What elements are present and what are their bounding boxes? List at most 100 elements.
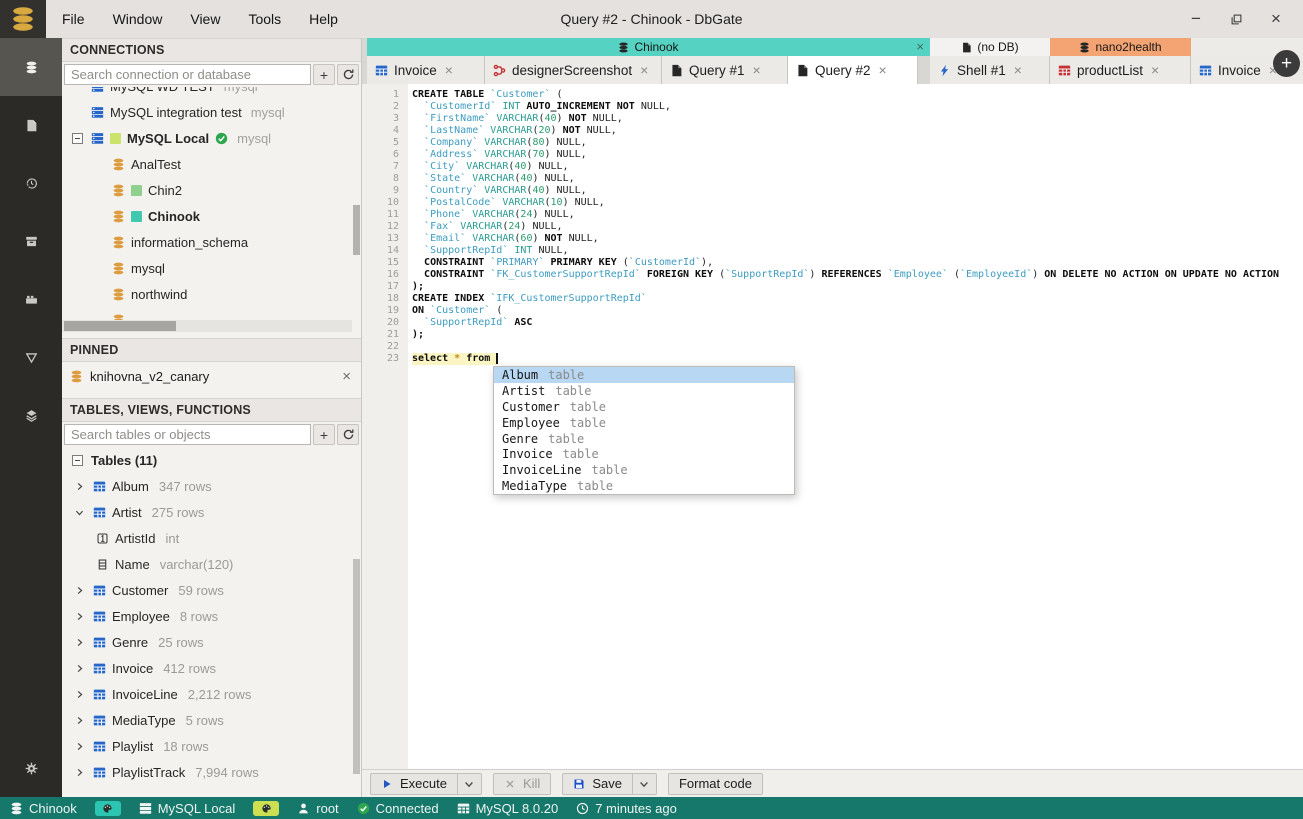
autocomplete-item[interactable]: Genre table [494,431,794,447]
tab-group-header[interactable]: (no DB) [930,38,1050,56]
tab-shell-1[interactable]: Shell #1 × [930,56,1050,84]
activity-plugins[interactable] [0,270,62,328]
table-item[interactable]: Album 347 rows [62,473,361,499]
unpin-icon[interactable]: × [342,368,351,385]
autocomplete-item[interactable]: Employee table [494,415,794,431]
connection-item[interactable]: Chin2 [62,177,361,203]
tables-search-input[interactable] [64,424,311,445]
tab-invoice[interactable]: Invoice × [367,56,485,84]
new-tab-button[interactable]: + [1273,50,1300,77]
tab-group-header[interactable]: Chinook × [367,38,930,56]
activity-settings[interactable] [0,739,62,797]
tables-refresh-button[interactable] [337,424,359,445]
menu-window[interactable]: Window [113,11,163,27]
code-line: select * from [412,353,498,365]
chevron-right-icon[interactable] [72,611,87,622]
tab-query-1[interactable]: Query #1 × [662,56,788,84]
connection-item[interactable]: AnalTest [62,151,361,177]
table-item[interactable]: Playlist 18 rows [62,733,361,759]
chevron-right-icon[interactable] [72,481,87,492]
save-button[interactable]: Save [562,772,657,795]
scrollbar-thumb[interactable] [353,559,360,774]
menu-view[interactable]: View [190,11,220,27]
table-item[interactable]: Customer 59 rows [62,577,361,603]
tab-label: Invoice [394,62,437,78]
table-item[interactable]: Genre 25 rows [62,629,361,655]
chevron-right-icon[interactable] [72,585,87,596]
table-item[interactable]: Invoice 412 rows [62,655,361,681]
close-button[interactable]: × [1263,6,1289,32]
autocomplete-item[interactable]: Invoice table [494,446,794,462]
database-icon [618,42,629,53]
scrollbar-thumb[interactable] [64,321,176,331]
pinned-item[interactable]: knihovna_v2_canary × [62,362,361,390]
chevron-right-icon[interactable] [72,689,87,700]
tab-group-header[interactable]: nano2health [1050,38,1191,56]
connections-add-button[interactable]: + [313,64,335,85]
table-item[interactable]: Employee 8 rows [62,603,361,629]
expander-collapse[interactable] [70,454,85,466]
column-item[interactable]: Name varchar(120) [62,551,361,577]
scrollbar-thumb[interactable] [353,205,360,255]
connection-item[interactable]: northwind [62,281,361,307]
activity-files[interactable] [0,96,62,154]
dropdown-caret[interactable] [456,773,481,794]
connection-item[interactable]: mysql [62,255,361,281]
connection-item[interactable]: MySQL integration test mysql [62,99,361,125]
autocomplete-item[interactable]: Album table [494,367,794,383]
close-tab-icon[interactable]: × [640,62,648,78]
close-tab-icon[interactable]: × [445,62,453,78]
tables-add-button[interactable]: + [313,424,335,445]
table-icon [93,480,106,493]
activity-query-designer[interactable] [0,328,62,386]
connection-item[interactable]: MySQL WD TEST mysql [62,87,361,99]
close-group-icon[interactable]: × [916,39,924,54]
dropdown-caret[interactable] [631,773,656,794]
menu-tools[interactable]: Tools [248,11,281,27]
line-number: 12 [386,221,399,232]
expander-collapse[interactable] [70,132,85,144]
tab-designerscreenshot[interactable]: designerScreenshot × [485,56,662,84]
connection-item[interactable]: Chinook [62,203,361,229]
table-item[interactable]: PlaylistTrack 7,994 rows [62,759,361,785]
chevron-right-icon[interactable] [72,663,87,674]
close-tab-icon[interactable]: × [1151,62,1159,78]
tab-group: nano2health productList × [1050,38,1191,84]
chevron-right-icon[interactable] [72,715,87,726]
connections-refresh-button[interactable] [337,64,359,85]
menu-help[interactable]: Help [309,11,338,27]
execute-button[interactable]: Execute [370,772,482,795]
autocomplete-item[interactable]: Customer table [494,399,794,415]
table-item[interactable]: MediaType 5 rows [62,707,361,733]
connection-item[interactable]: MySQL Local mysql [62,125,361,151]
activity-history[interactable] [0,154,62,212]
close-tab-icon[interactable]: × [1014,62,1022,78]
connections-search-input[interactable] [64,64,311,85]
sql-editor[interactable]: 1 2 3 4 5 6 7 8 9 10 11 12 13 14 15 16 17 18 19 20 21 22 23 CR… [362,84,1303,769]
menu-file[interactable]: File [62,11,85,27]
chevron-down-icon[interactable] [72,507,87,518]
table-item[interactable]: InvoiceLine 2,212 rows [62,681,361,707]
activity-databases[interactable] [0,38,62,96]
table-item[interactable]: Artist 275 rows [62,499,361,525]
tab-query-2[interactable]: Query #2 × [788,56,918,84]
chevron-right-icon[interactable] [72,741,87,752]
minimize-button[interactable]: − [1183,6,1209,32]
activity-layers[interactable] [0,386,62,444]
tables-root[interactable]: Tables (11) [62,447,361,473]
close-tab-icon[interactable]: × [879,62,887,78]
autocomplete-item[interactable]: InvoiceLine table [494,462,794,478]
close-tab-icon[interactable]: × [753,62,761,78]
tab-productlist[interactable]: productList × [1050,56,1191,84]
autocomplete-item[interactable]: Artist table [494,383,794,399]
format-code-button[interactable]: Format code [667,772,763,795]
maximize-button[interactable] [1223,6,1249,32]
column-item[interactable]: ArtistId int [62,525,361,551]
activity-archive[interactable] [0,212,62,270]
connection-item[interactable]: information_schema [62,229,361,255]
autocomplete-item[interactable]: MediaType table [494,478,794,494]
chevron-right-icon[interactable] [72,637,87,648]
autocomplete-kind: table [555,383,592,398]
play-icon [381,778,393,790]
chevron-right-icon[interactable] [72,767,87,778]
